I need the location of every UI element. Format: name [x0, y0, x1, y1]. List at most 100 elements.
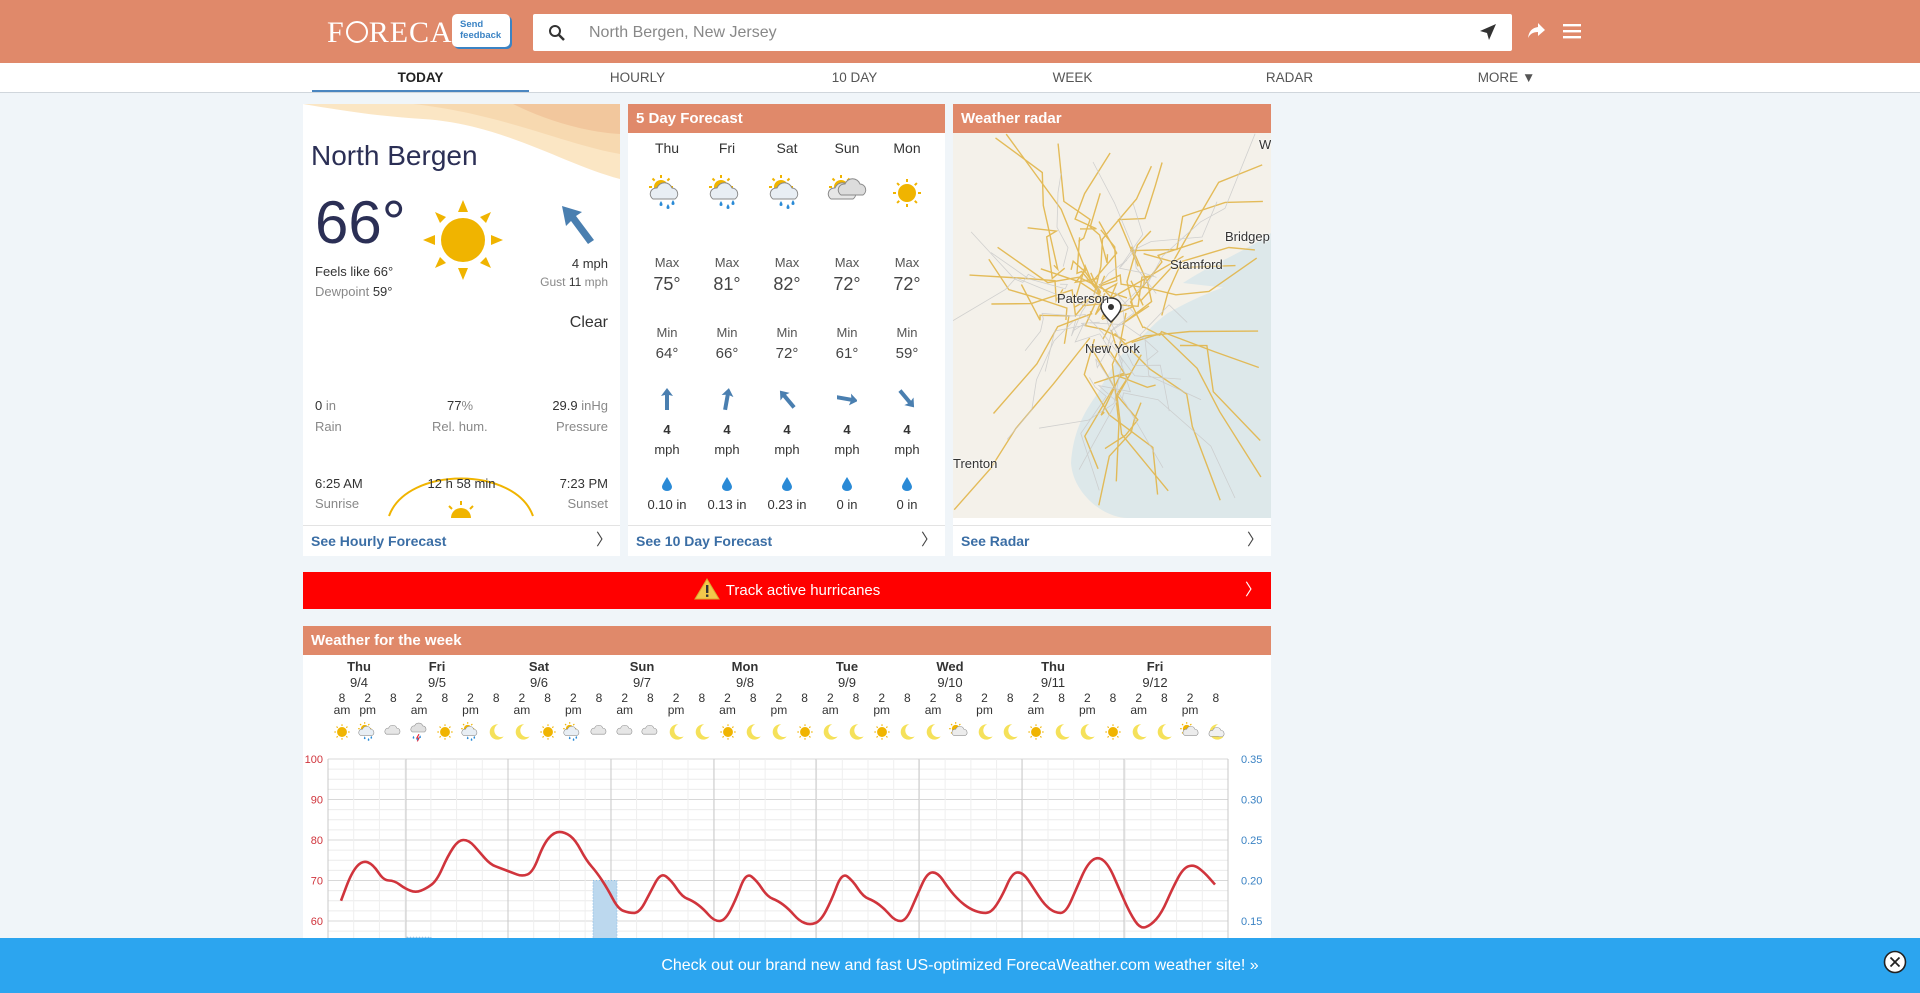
sunrise-time: 6:25 AM [315, 476, 363, 491]
pressure-stat: 29.9 inHg [552, 398, 608, 413]
send-feedback-button[interactable]: Send feedback [452, 14, 510, 47]
wind-arrow-icon [837, 393, 857, 406]
hour-label: 2 pm [975, 692, 995, 716]
tab-hourly[interactable]: HOURLY [529, 63, 746, 92]
main-nav: TODAY HOURLY 10 DAY WEEK RADAR MORE ▼ [0, 63, 1920, 93]
sun-icon [893, 179, 921, 207]
search-bar [533, 14, 1512, 51]
raindrop-icon [782, 477, 792, 491]
week-day-name: Fri [1146, 659, 1164, 674]
precip-tick-label: 0.25 [1241, 835, 1262, 847]
min-label: Min [776, 325, 798, 340]
hour-suffix: am [333, 703, 351, 717]
hour-number: 8 [1212, 691, 1220, 705]
sun-icon [873, 724, 890, 740]
hour-label: 8 am [332, 692, 352, 716]
week-day-date: 9/5 [427, 675, 447, 690]
min-label: Min [896, 325, 918, 340]
moon-icon [1158, 724, 1173, 740]
sunset-time: 7:23 PM [559, 476, 608, 491]
foreca-logo[interactable]: F RECA [327, 16, 453, 50]
temp-tick-label: 80 [311, 835, 323, 847]
tab-more[interactable]: MORE ▼ [1398, 63, 1615, 92]
min-label: Min [716, 325, 738, 340]
dewpoint-label: Dewpoint [315, 284, 370, 299]
tab-radar[interactable]: RADAR [1181, 63, 1398, 92]
week-day-date: 9/9 [837, 675, 857, 690]
storm-icon [410, 722, 427, 742]
tab-today[interactable]: TODAY [312, 63, 529, 92]
hour-label: 2 pm [1077, 692, 1097, 716]
moon-icon [772, 724, 787, 740]
hour-number: 8 [544, 691, 551, 705]
menu-icon[interactable] [1562, 22, 1582, 40]
moon-icon [1081, 724, 1095, 740]
see-radar-label: See Radar [961, 533, 1030, 549]
raindrop-icon [902, 477, 912, 491]
hour-label: 2 am [615, 692, 635, 716]
moon-icon [1055, 724, 1070, 740]
radar-map[interactable]: Paterson New York Stamford Bridgep Trent… [953, 133, 1271, 518]
rain-amount: 0.10 in [647, 497, 687, 512]
hour-suffix: am [924, 703, 942, 717]
wind-arrow-icon [779, 390, 796, 409]
pressure-value: 29.9 [552, 398, 578, 413]
moon-icon [1132, 724, 1147, 740]
raindrop-icon [842, 477, 852, 491]
wind-unit: mph [894, 442, 920, 457]
hour-label: 8 [1052, 692, 1072, 704]
tab-10-day[interactable]: 10 DAY [746, 63, 963, 92]
search-icon[interactable] [547, 23, 567, 43]
hour-label: 8 [435, 692, 455, 704]
foreca-weather-promo-banner[interactable]: Check out our brand new and fast US-opti… [0, 938, 1920, 993]
share-icon[interactable] [1526, 20, 1546, 40]
hour-number: 8 [595, 691, 603, 705]
sun-icon [437, 724, 453, 740]
hour-label: 8 [795, 692, 815, 704]
hour-label: 2 pm [872, 692, 892, 716]
rain-unit: in [325, 398, 336, 413]
chevron-right-icon: 〉 [920, 532, 937, 549]
rain-amount: 0 in [896, 497, 918, 512]
hour-number: 8 [801, 691, 808, 705]
search-input[interactable] [589, 14, 1449, 51]
sunrise-label: Sunrise [315, 496, 360, 511]
hour-suffix: pm [1078, 703, 1096, 717]
moon-icon [746, 724, 761, 740]
week-day-name: Tue [835, 659, 859, 674]
sun-rain-icon [769, 175, 799, 209]
sun-rain-icon [357, 722, 374, 741]
humidity-unit: % [461, 398, 474, 413]
tab-week[interactable]: WEEK [964, 63, 1181, 92]
week-day-name: Sat [528, 659, 550, 674]
hour-label: 2 am [409, 692, 429, 716]
wind-unit: mph [714, 442, 740, 457]
hour-label: 2 am [718, 692, 738, 716]
raindrop-icon [722, 477, 732, 491]
see-10-day-forecast-link[interactable]: See 10 Day Forecast 〉 [628, 525, 945, 556]
sun-cloud-icon [1180, 722, 1199, 736]
dewpoint: Dewpoint 59° [315, 284, 393, 299]
rain-amount: 0.13 in [707, 497, 747, 512]
hour-label: 8 [743, 692, 763, 704]
hour-label: 8 [1206, 692, 1226, 704]
radar-title: Weather radar [953, 104, 1271, 133]
humidity-stat: 77% [447, 398, 473, 413]
wind-arrow-icon [661, 388, 673, 410]
close-icon[interactable] [1883, 950, 1907, 974]
gust-unit: mph [584, 275, 608, 289]
wind-speed: 4 mph [571, 256, 608, 271]
moon-icon [695, 724, 710, 740]
track-hurricanes-banner[interactable]: Track active hurricanes 〉 [303, 572, 1271, 609]
locate-icon[interactable] [1478, 22, 1498, 42]
map-label-new-york: New York [1085, 341, 1140, 356]
see-hourly-forecast-link[interactable]: See Hourly Forecast 〉 [303, 525, 620, 556]
week-day-name: Fri [428, 659, 446, 674]
hour-suffix: pm [770, 703, 788, 717]
week-day-name: Thu [1041, 659, 1065, 674]
map-label-stamford: Stamford [1170, 257, 1223, 272]
week-day-name: Sun [629, 659, 655, 674]
see-10-day-label: See 10 Day Forecast [636, 533, 773, 549]
min-label: Min [836, 325, 858, 340]
see-radar-link[interactable]: See Radar 〉 [953, 525, 1271, 556]
